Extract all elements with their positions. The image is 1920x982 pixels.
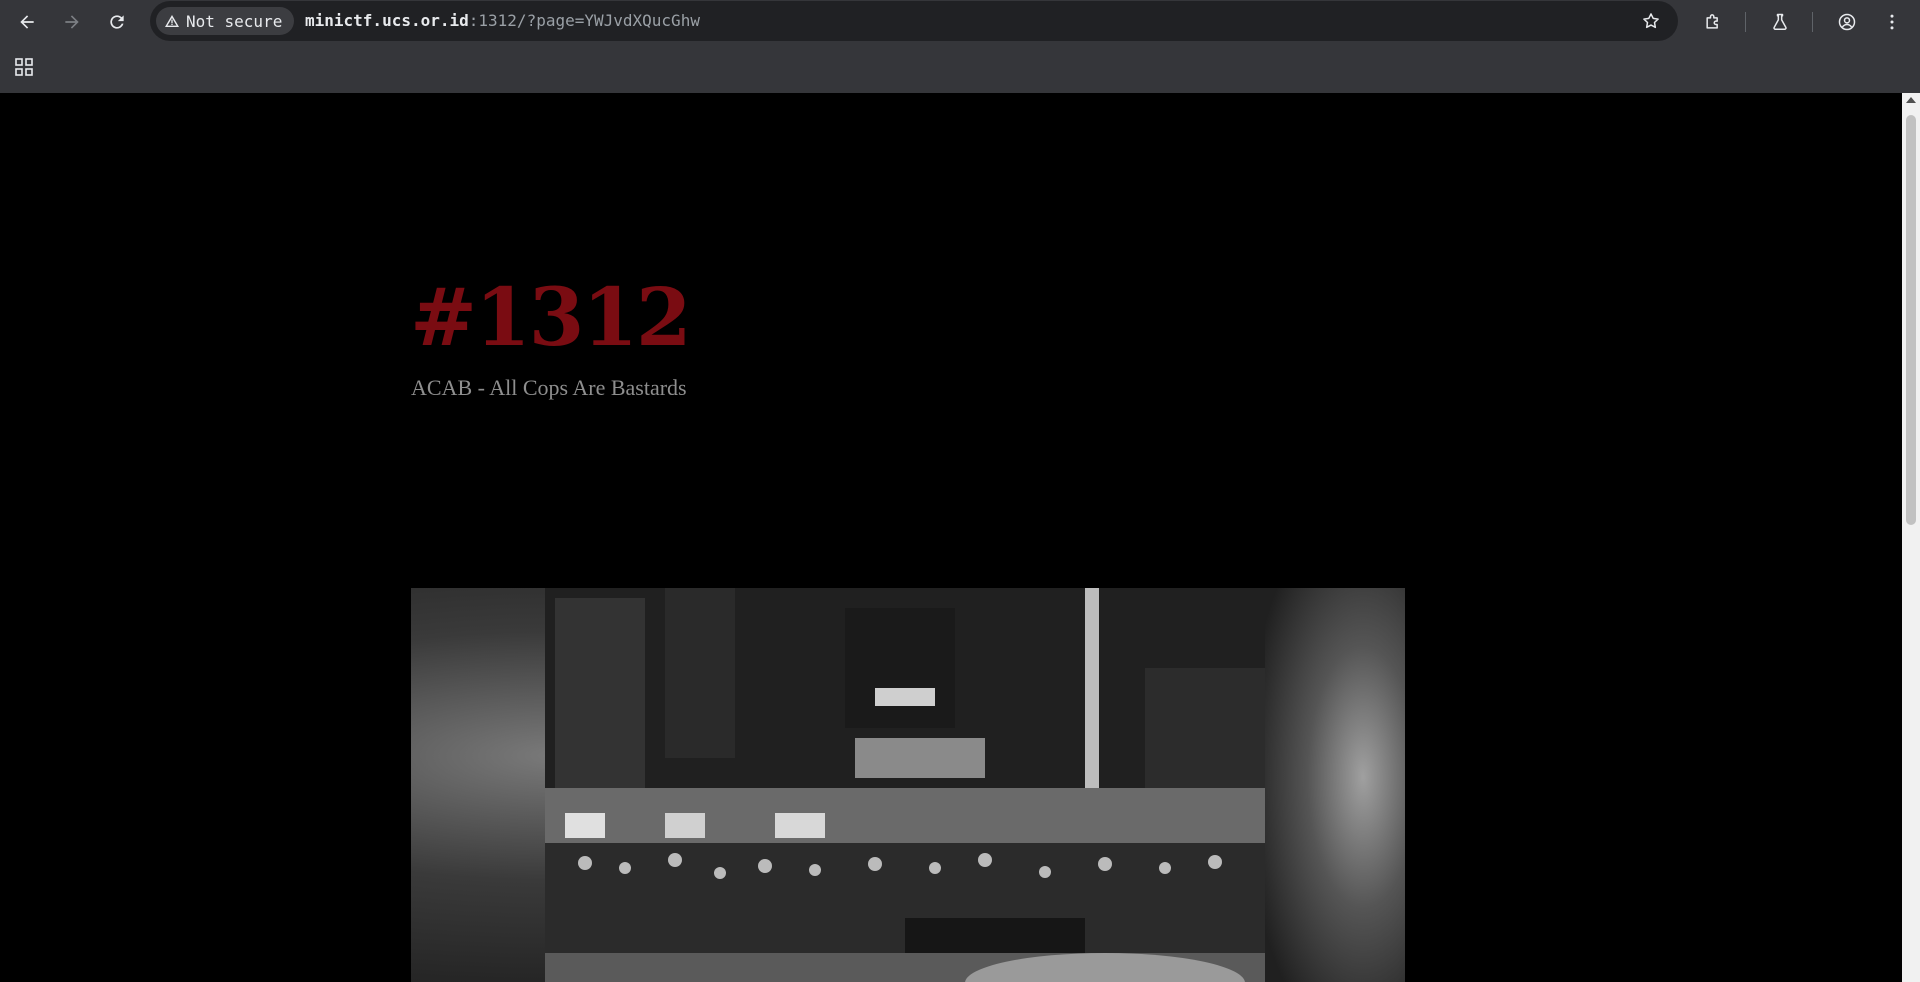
warning-icon xyxy=(165,15,179,27)
crowd-scene-image xyxy=(545,588,1265,982)
security-chip-label: Not secure xyxy=(186,11,283,31)
menu-button[interactable] xyxy=(1876,6,1908,38)
profile-button[interactable] xyxy=(1831,6,1863,38)
page-viewport: #1312 ACAB - All Cops Are Bastards xyxy=(0,93,1902,982)
apps-icon xyxy=(15,58,33,76)
toolbar-separator xyxy=(1812,12,1813,32)
forward-button[interactable] xyxy=(56,6,88,38)
url-host: minictf.ucs.or.id xyxy=(305,11,469,30)
menu-icon xyxy=(1890,14,1894,30)
protest-video[interactable] xyxy=(411,588,1405,982)
toolbar-separator xyxy=(1745,12,1746,32)
page-subtitle: ACAB - All Cops Are Bastards xyxy=(411,375,687,400)
reload-button[interactable] xyxy=(101,6,133,38)
star-icon xyxy=(1643,13,1659,29)
profile-icon xyxy=(1838,13,1856,31)
reload-icon xyxy=(110,15,124,29)
page-title: #1312 xyxy=(410,270,692,364)
extensions-button[interactable] xyxy=(1697,6,1729,38)
browser-chrome: Not secure minictf.ucs.or.id:1312/?page=… xyxy=(0,0,1920,94)
security-chip[interactable]: Not secure xyxy=(156,7,295,35)
video-frame xyxy=(545,588,1265,982)
back-icon xyxy=(20,15,34,29)
apps-button[interactable] xyxy=(10,53,38,81)
bookmark-star-button[interactable] xyxy=(1636,6,1666,36)
url-path: :1312/?page=YWJvdXQucGhw xyxy=(468,11,700,30)
page-scrollbar[interactable] xyxy=(1902,93,1920,982)
bookmarks-bar xyxy=(0,43,1920,94)
scrollbar-thumb[interactable] xyxy=(1906,115,1916,525)
video-blur-edge xyxy=(1265,588,1405,982)
forward-icon xyxy=(65,15,79,29)
address-bar[interactable]: Not secure minictf.ucs.or.id:1312/?page=… xyxy=(150,1,1678,41)
scroll-up-arrow-icon[interactable] xyxy=(1906,97,1916,103)
url-text[interactable]: minictf.ucs.or.id:1312/?page=YWJvdXQucGh… xyxy=(305,1,700,41)
browser-toolbar: Not secure minictf.ucs.or.id:1312/?page=… xyxy=(0,0,1920,43)
labs-icon xyxy=(1773,13,1787,30)
back-button[interactable] xyxy=(11,6,43,38)
labs-button[interactable] xyxy=(1764,6,1796,38)
extensions-icon xyxy=(1706,14,1718,29)
